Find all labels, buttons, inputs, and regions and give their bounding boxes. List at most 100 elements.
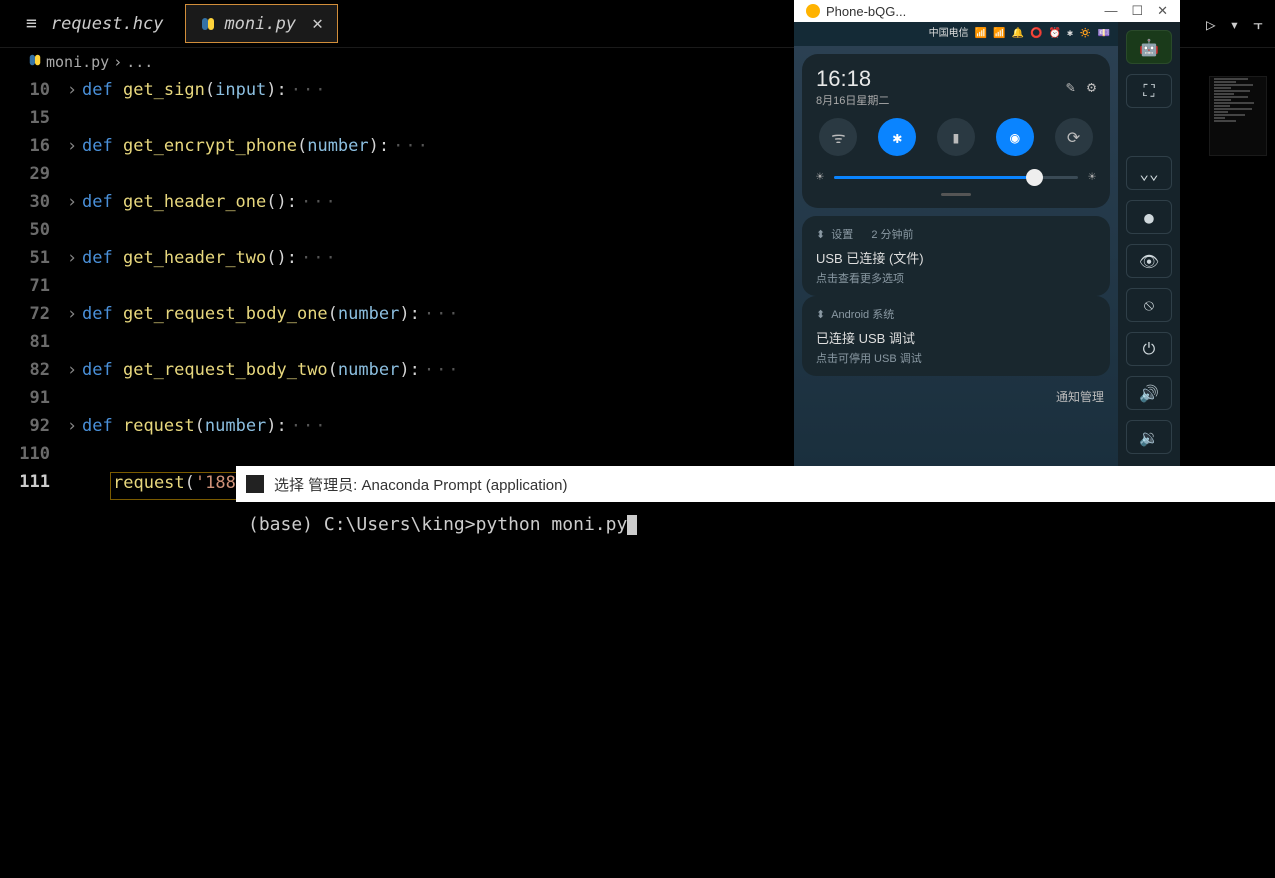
line-number: 82 [6,360,62,388]
breadcrumb-sep: › [113,53,122,71]
fold-chevron-icon [62,276,82,304]
panel-handle[interactable] [941,193,971,196]
split-editor-icon[interactable]: ⫟ [1253,14,1263,34]
code-content: request('188 [110,472,239,500]
volume-down-button[interactable]: 🔉 [1126,420,1172,454]
slider-thumb[interactable] [1026,169,1043,186]
phone-window-titlebar[interactable]: Phone-bQG... — ☐ ✕ [794,0,1180,22]
terminal-command: python moni.py [476,514,628,535]
terminal-prompt: (base) C:\Users\king> [248,514,476,535]
bluetooth-tile[interactable]: ✱ [878,118,916,156]
notif-time: 2 分钟前 [871,226,913,242]
python-file-icon [200,16,216,32]
tab-label: request.hcy [51,14,164,34]
fold-chevron-icon[interactable]: › [62,192,82,220]
circle-button[interactable]: ● [1126,200,1172,234]
android-icon [806,4,820,18]
line-number: 81 [6,332,62,360]
minimize-icon[interactable]: — [1104,3,1117,19]
phone-screen[interactable]: 16:18 8月16日星期二 ✎ ⚙ ᯤ✱▮◉⟳ ☀ [794,46,1118,466]
terminal-titlebar[interactable]: 选择 管理员: Anaconda Prompt (application) [236,466,1275,502]
line-number: 50 [6,220,62,248]
android-button[interactable]: 🤖 [1126,30,1172,64]
fold-chevron-icon[interactable]: › [62,360,82,388]
terminal-body[interactable]: (base) C:\Users\king>python moni.py [236,502,1275,878]
eye-off-button[interactable]: ⦸ [1126,288,1172,322]
breadcrumb-file: moni.py [46,53,109,71]
run-dropdown-icon[interactable]: ▾ [1230,15,1240,34]
close-tab-icon[interactable]: ✕ [312,13,323,34]
phone-mirror-window: Phone-bQG... — ☐ ✕ 中国电信 📶 📶 🔔 ⭕ ⏰ ✱ 🔅 💷 … [794,0,1180,466]
usb-icon: ⬍ [816,308,825,321]
line-number: 16 [6,136,62,164]
file-icon: ≡ [26,13,37,34]
vibrate-tile[interactable]: ◉ [996,118,1034,156]
volume-up-button[interactable]: 🔊 [1126,376,1172,410]
clock-date: 8月16日星期二 [816,92,889,108]
fold-chevron-icon[interactable]: › [62,248,82,276]
terminal-cursor [627,515,637,535]
code-content: def get_request_body_one(number):··· [82,304,461,332]
power-button[interactable]: ⏻ [1126,332,1172,366]
fold-chevron-icon[interactable]: › [62,304,82,332]
fold-chevron-icon [62,164,82,192]
terminal-title: 选择 管理员: Anaconda Prompt (application) [274,474,567,495]
fold-chevron-icon [62,220,82,248]
settings-gear-icon[interactable]: ⚙ [1087,78,1096,96]
edit-icon[interactable]: ✎ [1066,78,1075,96]
notif-app: 设置 [831,226,853,242]
fold-chevron-icon[interactable]: › [62,80,82,108]
notification-card[interactable]: ⬍设置 2 分钟前USB 已连接 (文件)点击查看更多选项 [802,216,1110,296]
code-content: def get_sign(input):··· [82,80,328,108]
line-number: 30 [6,192,62,220]
editor-top-toolbar: ▷ ▾ ⫟ [1194,0,1275,48]
notif-app: Android 系统 [831,306,894,322]
tab-request-hcy[interactable]: ≡ request.hcy [12,5,177,42]
notif-subtitle: 点击可停用 USB 调试 [816,350,1096,366]
line-number: 51 [6,248,62,276]
fold-chevron-icon [62,332,82,360]
fold-chevron-icon[interactable]: › [62,136,82,164]
fold-chevron-icon [62,388,82,416]
python-file-icon [28,53,42,71]
line-number: 91 [6,388,62,416]
eye-button[interactable]: 👁 [1126,244,1172,278]
line-number: 111 [6,472,62,500]
brightness-low-icon: ☀ [816,170,824,185]
line-number: 15 [6,108,62,136]
maximize-icon[interactable]: ☐ [1131,3,1143,19]
terminal-window: 选择 管理员: Anaconda Prompt (application) (b… [236,466,1275,878]
quick-settings-panel: 16:18 8月16日星期二 ✎ ⚙ ᯤ✱▮◉⟳ ☀ [802,54,1110,208]
brightness-high-icon: ☀ [1088,170,1096,185]
notification-card[interactable]: ⬍Android 系统已连接 USB 调试点击可停用 USB 调试 [802,296,1110,376]
rotate-tile[interactable]: ⟳ [1055,118,1093,156]
notif-title: USB 已连接 (文件) [816,248,1096,267]
phone-statusbar: 中国电信 📶 📶 🔔 ⭕ ⏰ ✱ 🔅 💷 [794,22,1118,46]
code-content: def request(number):··· [82,416,328,444]
line-number: 110 [6,444,62,472]
line-number: 72 [6,304,62,332]
fold-chevron-icon [62,444,82,472]
tab-moni-py[interactable]: moni.py ✕ [185,4,338,43]
close-icon[interactable]: ✕ [1157,3,1168,19]
phone-window-title: Phone-bQG... [826,4,906,19]
scrcpy-sidebar: 🤖 ⛶ ⌄⌄ ● 👁 ⦸ ⏻ 🔊 🔉 [1118,22,1180,466]
brightness-slider[interactable]: ☀ ☀ [816,170,1096,185]
notif-subtitle: 点击查看更多选项 [816,270,1096,286]
tab-label: moni.py [224,14,296,34]
flashlight-tile[interactable]: ▮ [937,118,975,156]
line-number: 71 [6,276,62,304]
fold-chevron-icon[interactable]: › [62,416,82,444]
code-content: def get_encrypt_phone(number):··· [82,136,430,164]
fullscreen-button[interactable]: ⛶ [1126,74,1172,108]
notification-manage[interactable]: 通知管理 [802,384,1110,405]
breadcrumb-rest: ... [126,53,153,71]
chevrons-down-button[interactable]: ⌄⌄ [1126,156,1172,190]
minimap[interactable] [1209,76,1267,156]
wifi-tile[interactable]: ᯤ [819,118,857,156]
run-icon[interactable]: ▷ [1206,15,1216,34]
line-number: 29 [6,164,62,192]
line-number: 10 [6,80,62,108]
fold-chevron-icon [62,108,82,136]
cmd-icon [246,475,264,493]
